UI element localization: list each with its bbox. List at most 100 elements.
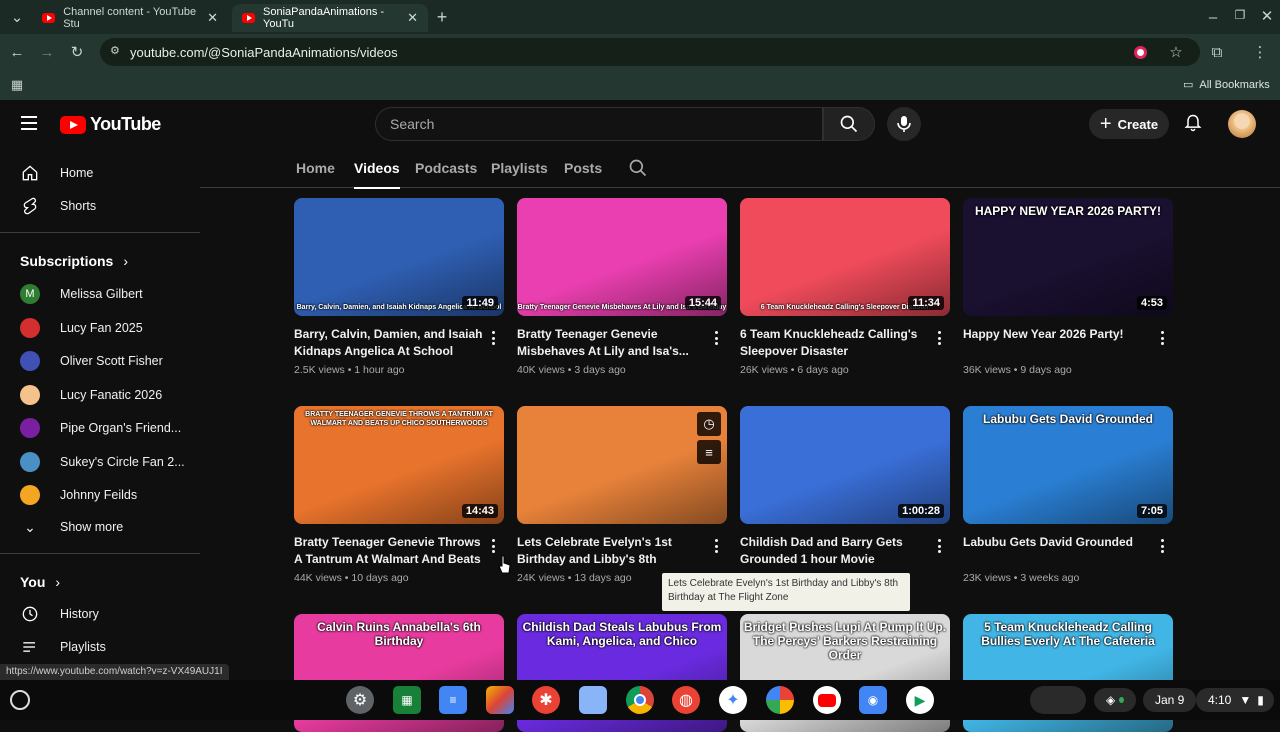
address-bar[interactable]: ⚙ youtube.com/@SoniaPandaAnimations/vide… [100,38,1200,66]
video-thumbnail[interactable]: Barry, Calvin, Damien, and Isaiah Kidnap… [294,198,504,316]
video-card[interactable]: ◷ ≡ Lets Celebrate Evelyn's 1st Birthday a… [517,406,727,584]
sidebar-subscription[interactable]: Oliver Scott Fisher [0,345,200,377]
video-title[interactable]: Barry, Calvin, Damien, and Isaiah Kidnap… [294,326,484,360]
sidebar-subscription[interactable]: Sukey's Circle Fan 2... [0,446,200,478]
chrome-app-icon[interactable] [626,686,654,714]
browser-tab-studio[interactable]: Channel content - YouTube Stu ✕ [32,4,228,32]
notifications-bell-icon[interactable] [1183,113,1203,133]
video-thumbnail[interactable]: BRATTY TEENAGER GENEVIE THROWS A TANTRUM… [294,406,504,524]
show-more-button[interactable]: ⌄ Show more [0,511,200,543]
more-actions-icon[interactable] [709,536,723,556]
browser-menu-icon[interactable]: ⋮ [1249,41,1271,63]
new-tab-icon[interactable]: + [431,6,453,28]
youtube-logo[interactable]: YouTube [60,114,161,135]
launcher-button[interactable] [10,690,30,710]
forward-icon[interactable]: → [36,41,58,63]
you-header[interactable]: You › [20,574,60,590]
more-actions-icon[interactable] [1155,328,1169,348]
user-avatars-icon[interactable] [1030,686,1086,714]
video-title[interactable]: Childish Dad and Barry Gets Grounded 1 h… [740,534,930,568]
cast-icon[interactable] [1134,46,1147,59]
sidebar-subscription[interactable]: Pipe Organ's Friend... [0,412,200,444]
palette-app-icon[interactable]: ◍ [672,686,700,714]
time-tray[interactable]: 4:10 ▼ ▮ [1196,688,1274,712]
video-card[interactable]: 6 Team Knuckleheadz Calling's Sleepover … [740,198,950,376]
video-title[interactable]: Bratty Teenager Genevie Throws A Tantrum… [294,534,484,568]
video-card[interactable]: BRATTY TEENAGER GENEVIE THROWS A TANTRUM… [294,406,504,584]
sidebar-subscription[interactable]: Lucy Fan 2025 [0,312,200,344]
tab-playlists[interactable]: Playlists [491,160,548,176]
watch-later-icon[interactable]: ◷ [697,412,721,436]
more-actions-icon[interactable] [932,536,946,556]
camera-app-icon[interactable]: ◉ [859,686,887,714]
tab-search-icon[interactable]: ⌄ [6,6,28,28]
sidebar-subscription[interactable]: Johnny Feilds [0,479,200,511]
sheets-app-icon[interactable]: ▦ [393,686,421,714]
browser-tab-channel[interactable]: SoniaPandaAnimations - YouTu ✕ [232,4,428,32]
video-card[interactable]: 1:00:28 Childish Dad and Barry Gets Groun… [740,406,950,568]
status-tray[interactable]: ◈ [1094,688,1136,712]
guide-menu-icon[interactable] [21,116,37,130]
pinwheel-app-icon[interactable]: ✱ [532,686,560,714]
minimize-icon[interactable]: – [1202,6,1224,28]
back-icon[interactable]: ← [6,41,28,63]
tab-podcasts[interactable]: Podcasts [415,160,477,176]
subscriptions-header[interactable]: Subscriptions › [20,253,128,269]
sidebar-item-home[interactable]: Home [0,157,200,189]
video-card[interactable]: Bratty Teenager Genevie Misbehaves At Li… [517,198,727,376]
channel-search-icon[interactable] [628,158,648,178]
bookmark-star-icon[interactable]: ☆ [1165,41,1187,63]
more-actions-icon[interactable] [932,328,946,348]
tab-home[interactable]: Home [296,160,335,176]
video-thumbnail[interactable]: 1:00:28 [740,406,950,524]
video-thumbnail[interactable]: ◷ ≡ [517,406,727,524]
video-card[interactable]: HAPPY NEW YEAR 2026 PARTY! 4:53 Happy New … [963,198,1173,376]
more-actions-icon[interactable] [1155,536,1169,556]
site-info-icon[interactable]: ⚙ [110,44,120,57]
extensions-icon[interactable]: ⧉ [1206,41,1228,63]
video-title[interactable]: Bratty Teenager Genevie Misbehaves At Li… [517,326,707,360]
close-window-icon[interactable]: ✕ [1256,5,1278,27]
video-thumbnail[interactable]: Labubu Gets David Grounded 7:05 [963,406,1173,524]
video-title[interactable]: Labubu Gets David Grounded [963,534,1153,568]
search-button[interactable] [823,107,875,141]
video-thumbnail[interactable]: 6 Team Knuckleheadz Calling's Sleepover … [740,198,950,316]
account-avatar[interactable] [1228,110,1256,138]
more-actions-icon[interactable] [486,536,500,556]
video-title[interactable]: Happy New Year 2026 Party! [963,326,1153,360]
date-display[interactable]: Jan 9 [1143,688,1197,712]
sidebar-item-shorts[interactable]: Shorts [0,190,200,222]
gemini-app-icon[interactable]: ✦ [719,686,747,714]
settings-app-icon[interactable]: ⚙ [346,686,374,714]
more-actions-icon[interactable] [709,328,723,348]
close-tab-icon[interactable]: ✕ [407,10,418,26]
video-thumbnail[interactable]: Bratty Teenager Genevie Misbehaves At Li… [517,198,727,316]
sidebar-item-history[interactable]: History [0,598,200,630]
sidebar-subscription[interactable]: M Melissa Gilbert [0,278,200,310]
add-to-queue-icon[interactable]: ≡ [697,440,721,464]
maximize-icon[interactable]: ❐ [1229,4,1251,26]
video-title[interactable]: 6 Team Knuckleheadz Calling's Sleepover … [740,326,930,360]
voice-search-button[interactable] [887,107,921,141]
sidebar-item-playlists[interactable]: Playlists [0,631,200,663]
sidebar-subscription[interactable]: Lucy Fanatic 2026 [0,379,200,411]
create-button[interactable]: + Create [1089,109,1169,139]
play-store-app-icon[interactable]: ▶ [906,686,934,714]
all-bookmarks[interactable]: ▭ All Bookmarks [1183,78,1270,92]
youtube-app-icon[interactable] [813,686,841,714]
video-card[interactable]: Barry, Calvin, Damien, and Isaiah Kidnap… [294,198,504,376]
video-card[interactable]: Labubu Gets David Grounded 7:05 Labubu Get… [963,406,1173,584]
docs-app-icon[interactable]: ≡ [439,686,467,714]
gallery-app-icon[interactable] [486,686,514,714]
more-actions-icon[interactable] [486,328,500,348]
video-title[interactable]: Lets Celebrate Evelyn's 1st Birthday and… [517,534,707,568]
close-tab-icon[interactable]: ✕ [207,10,218,26]
photos-app-icon[interactable] [766,686,794,714]
video-thumbnail[interactable]: HAPPY NEW YEAR 2026 PARTY! 4:53 [963,198,1173,316]
tab-posts[interactable]: Posts [564,160,602,176]
search-input[interactable]: Search [375,107,823,141]
reload-icon[interactable]: ↻ [66,41,88,63]
photo-app-icon[interactable] [579,686,607,714]
tab-videos[interactable]: Videos [354,160,400,189]
apps-grid-icon[interactable]: ▦ [6,74,28,96]
